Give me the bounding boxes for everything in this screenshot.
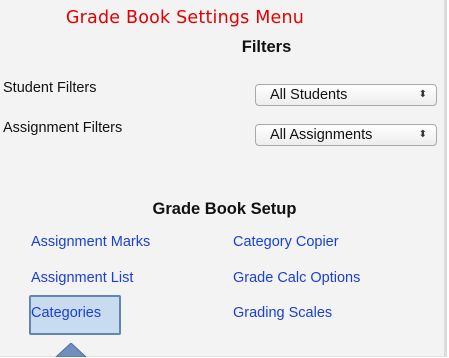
assignment-filters-label: Assignment Filters bbox=[3, 120, 123, 136]
student-filters-select[interactable]: All Students ⬍ bbox=[255, 84, 437, 106]
categories-link[interactable]: Categories bbox=[31, 305, 101, 321]
filters-heading: Filters bbox=[241, 38, 292, 56]
assignment-filters-value: All Assignments bbox=[270, 127, 373, 143]
grade-book-setup-heading: Grade Book Setup bbox=[152, 200, 297, 218]
category-copier-link[interactable]: Category Copier bbox=[233, 234, 339, 250]
grading-scales-link[interactable]: Grading Scales bbox=[233, 305, 332, 321]
student-filters-label: Student Filters bbox=[3, 80, 97, 96]
assignment-filters-select[interactable]: All Assignments ⬍ bbox=[255, 124, 437, 146]
assignment-marks-link[interactable]: Assignment Marks bbox=[31, 234, 150, 250]
assignment-list-link[interactable]: Assignment List bbox=[31, 270, 133, 286]
updown-chevron-icon: ⬍ bbox=[418, 129, 427, 140]
student-filters-value: All Students bbox=[270, 87, 348, 103]
grade-book-settings-panel: Grade Book Settings Menu Filters Student… bbox=[0, 0, 447, 357]
annotation-title: Grade Book Settings Menu bbox=[65, 8, 305, 28]
updown-chevron-icon: ⬍ bbox=[418, 89, 427, 100]
up-arrow-pointer-icon bbox=[55, 343, 87, 357]
grade-calc-options-link[interactable]: Grade Calc Options bbox=[233, 270, 360, 286]
